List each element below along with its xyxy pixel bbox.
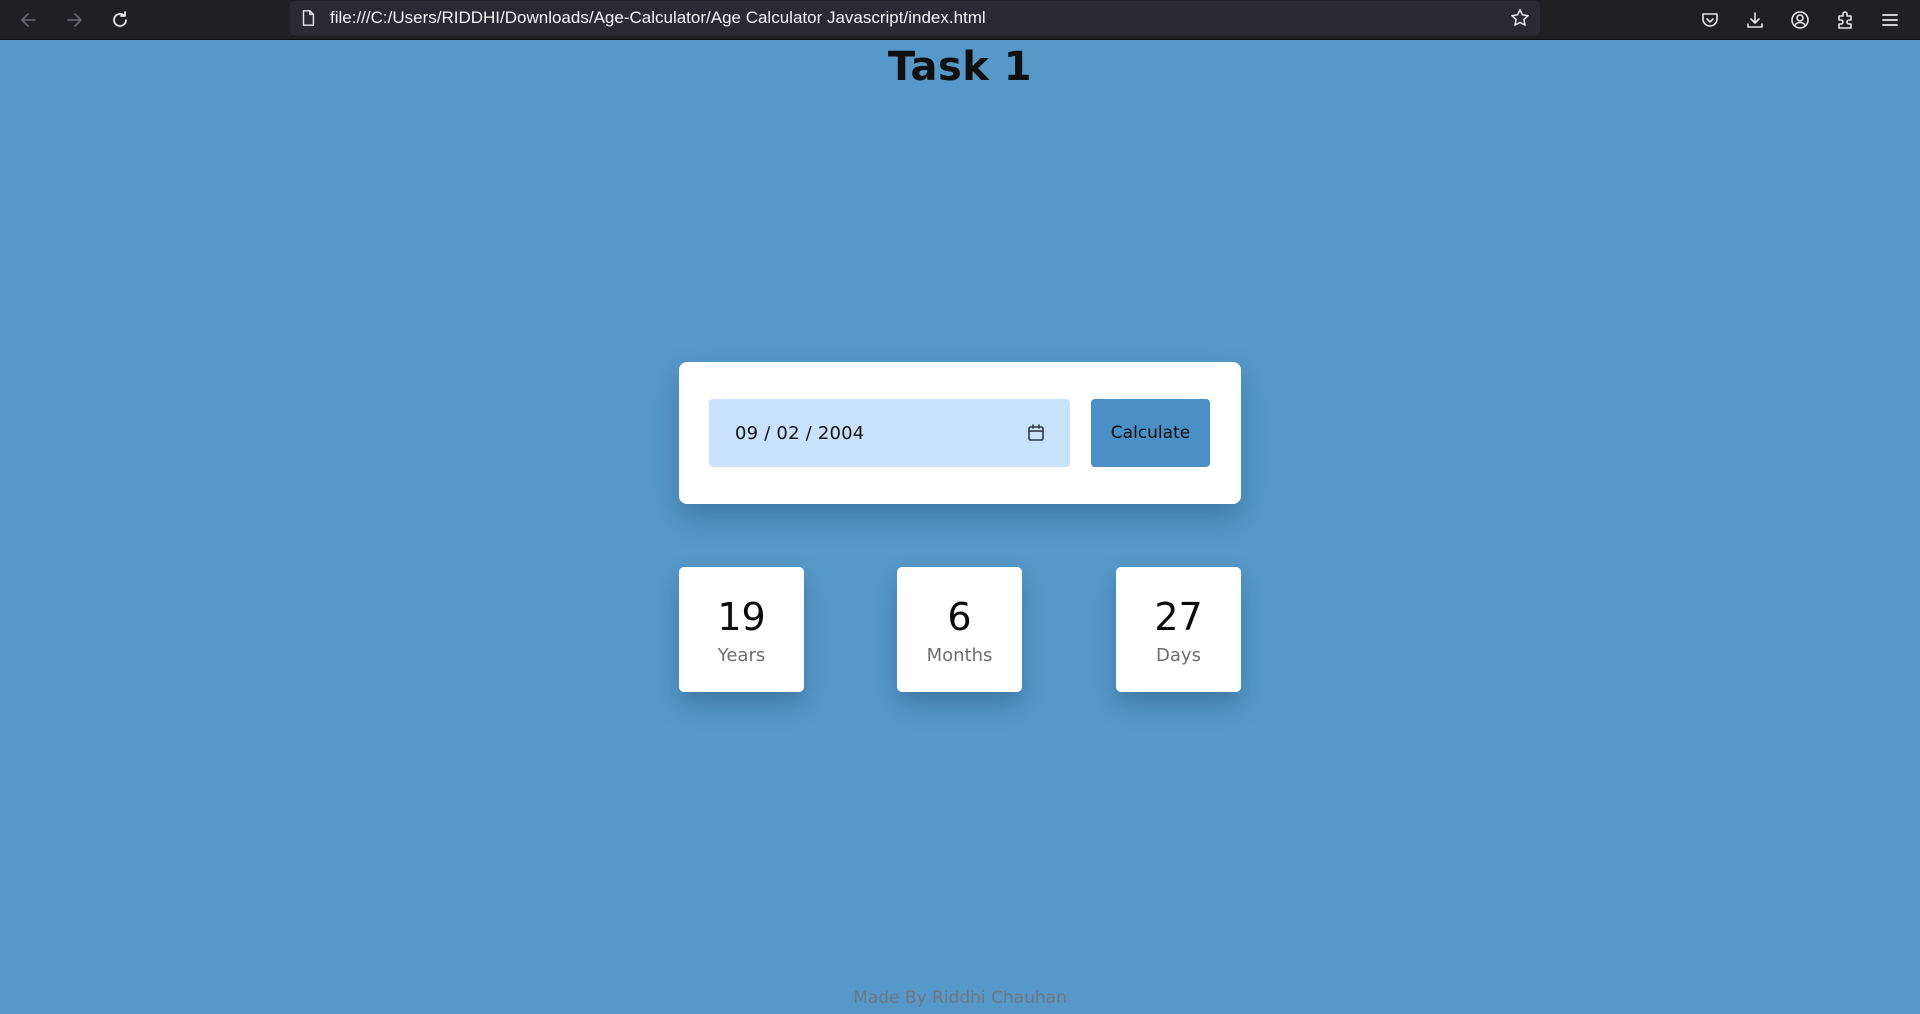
download-icon[interactable] bbox=[1739, 4, 1771, 36]
menu-icon[interactable] bbox=[1874, 4, 1906, 36]
birth-date-input[interactable]: 09 / 02 / 2004 bbox=[709, 399, 1070, 467]
input-card: 09 / 02 / 2004 Calculate bbox=[679, 362, 1241, 504]
url-text[interactable]: file:///C:/Users/RIDDHI/Downloads/Age-Ca… bbox=[330, 8, 986, 28]
footer-credit: Made By Riddhi Chauhan bbox=[853, 988, 1067, 1008]
years-value: 19 bbox=[717, 595, 766, 639]
calculate-button[interactable]: Calculate bbox=[1091, 399, 1210, 467]
years-label: Years bbox=[717, 645, 766, 666]
account-icon[interactable] bbox=[1784, 4, 1816, 36]
months-value: 6 bbox=[947, 595, 972, 639]
months-result-box: 6 Months bbox=[897, 567, 1022, 692]
months-label: Months bbox=[926, 645, 993, 666]
browser-toolbar: file:///C:/Users/RIDDHI/Downloads/Age-Ca… bbox=[0, 0, 1920, 40]
reload-icon[interactable] bbox=[104, 4, 136, 36]
pocket-icon[interactable] bbox=[1694, 4, 1726, 36]
forward-arrow-icon[interactable] bbox=[58, 4, 90, 36]
address-bar[interactable]: file:///C:/Users/RIDDHI/Downloads/Age-Ca… bbox=[290, 1, 1540, 35]
years-result-box: 19 Years bbox=[679, 567, 804, 692]
date-value[interactable]: 09 / 02 / 2004 bbox=[735, 423, 864, 444]
calendar-icon[interactable] bbox=[1026, 423, 1046, 443]
days-result-box: 27 Days bbox=[1116, 567, 1241, 692]
back-arrow-icon[interactable] bbox=[13, 4, 45, 36]
page-icon bbox=[298, 8, 318, 28]
bookmark-star-icon[interactable] bbox=[1508, 6, 1532, 30]
days-label: Days bbox=[1156, 645, 1201, 666]
days-value: 27 bbox=[1154, 595, 1203, 639]
extensions-icon[interactable] bbox=[1829, 4, 1861, 36]
page-title: Task 1 bbox=[887, 44, 1033, 90]
